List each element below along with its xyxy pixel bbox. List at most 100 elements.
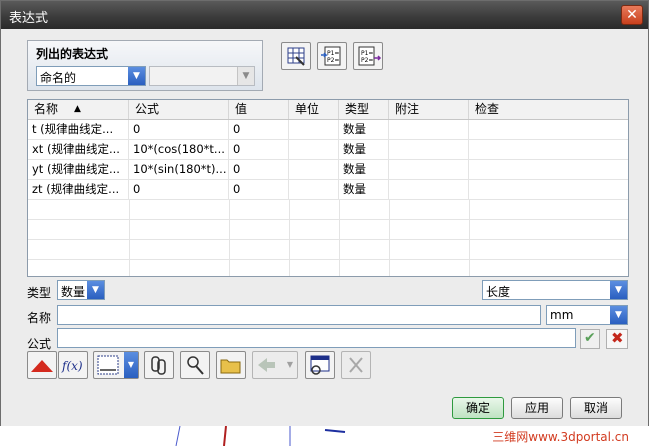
cell-value: 0 <box>229 160 289 179</box>
listed-expressions-title: 列出的表达式 <box>36 47 109 61</box>
cell-note <box>389 160 469 179</box>
triangle-up-icon <box>31 360 53 372</box>
cell-type: 数量 <box>339 160 389 179</box>
column-header-type[interactable]: 类型 <box>339 100 389 119</box>
unit-select[interactable]: mm ▼ <box>546 305 628 325</box>
chevron-down-icon: ▼ <box>124 352 138 378</box>
close-button[interactable]: ✕ <box>621 5 643 25</box>
measure-icon <box>97 355 119 375</box>
graphics-area: 三维网www.3dportal.cn <box>0 426 649 446</box>
watermark: 三维网www.3dportal.cn <box>492 430 629 444</box>
export-icon: P1= P2= <box>358 46 382 66</box>
table-row[interactable]: yt (规律曲线定... 10*(sin(180*t)... 0 数量 <box>28 160 628 180</box>
empty-row <box>28 260 628 276</box>
accept-edit-button[interactable]: ✔ <box>580 329 600 349</box>
move-up-button[interactable] <box>27 351 57 379</box>
cell-type: 数量 <box>339 140 389 159</box>
chevron-down-icon: ▼ <box>128 67 145 85</box>
empty-row <box>28 220 628 240</box>
cell-unit <box>289 160 339 179</box>
name-input[interactable] <box>57 305 541 325</box>
measure-distance-button[interactable]: ▼ <box>93 351 139 379</box>
column-header-name[interactable]: 名称 ▲ <box>28 100 129 119</box>
delete-icon <box>349 357 363 373</box>
column-header-unit[interactable]: 单位 <box>289 100 339 119</box>
chevron-down-icon: ▼ <box>237 67 254 85</box>
import-expressions-button[interactable]: P1= P2= <box>317 42 347 70</box>
spreadsheet-icon <box>287 47 305 66</box>
cell-unit <box>289 120 339 139</box>
svg-text:P2=: P2= <box>361 57 373 64</box>
type-value: 数量 <box>61 285 86 299</box>
cell-formula: 10*(sin(180*t)... <box>129 160 229 179</box>
name-label: 名称 <box>27 311 52 325</box>
cell-name: t (规律曲线定... <box>28 120 129 139</box>
function-button[interactable]: f(x) <box>58 351 88 379</box>
title-bar[interactable]: 表达式 ✕ <box>1 1 648 29</box>
link-icon <box>151 356 166 375</box>
function-icon: f(x) <box>61 359 83 373</box>
listed-expressions-group: 列出的表达式 命名的 ▼ ▼ <box>27 40 263 91</box>
cell-check <box>469 160 628 179</box>
column-divider <box>339 200 340 276</box>
column-divider <box>389 200 390 276</box>
cell-value: 0 <box>229 140 289 159</box>
cell-name: zt (规律曲线定... <box>28 180 129 199</box>
spreadsheet-edit-button[interactable] <box>281 42 311 70</box>
cell-type: 数量 <box>339 120 389 139</box>
checkmark-icon: ✔ <box>584 330 596 346</box>
dialog-body: 列出的表达式 命名的 ▼ ▼ P1= P2= P1= P2= 名称 ▲ 公式 值… <box>1 29 648 427</box>
window-title: 表达式 <box>9 11 49 26</box>
cell-unit <box>289 180 339 199</box>
empty-row <box>28 240 628 260</box>
close-icon: ✕ <box>626 7 638 23</box>
refresh-button: ▼ <box>252 351 298 379</box>
interpart-reference-button[interactable] <box>180 351 210 379</box>
list-filter-value: 命名的 <box>40 71 77 85</box>
formula-input[interactable] <box>57 328 576 348</box>
cell-check <box>469 180 628 199</box>
ok-button[interactable]: 确定 <box>452 397 504 419</box>
reject-edit-button[interactable]: ✖ <box>606 329 628 349</box>
chevron-down-icon: ▼ <box>286 360 294 369</box>
formula-label: 公式 <box>27 337 52 351</box>
type-select[interactable]: 数量 ▼ <box>57 280 105 300</box>
apply-button[interactable]: 应用 <box>511 397 563 419</box>
window-link-icon <box>310 355 330 375</box>
link-expression-button[interactable] <box>144 351 174 379</box>
svg-text:P1=: P1= <box>327 50 339 57</box>
chevron-down-icon: ▼ <box>87 281 104 299</box>
dimension-value: 长度 <box>486 285 511 299</box>
svg-text:P2=: P2= <box>327 57 339 64</box>
column-header-label: 名称 <box>34 102 59 116</box>
list-filter-select[interactable]: 命名的 ▼ <box>36 66 146 86</box>
table-header: 名称 ▲ 公式 值 单位 类型 附注 检查 <box>28 100 628 120</box>
table-row[interactable]: t (规律曲线定... 0 0 数量 <box>28 120 628 140</box>
column-header-note[interactable]: 附注 <box>389 100 469 119</box>
unit-value: mm <box>550 308 574 322</box>
expressions-table: 名称 ▲ 公式 值 单位 类型 附注 检查 t (规律曲线定... 0 0 数量 <box>27 99 629 277</box>
column-divider <box>289 200 290 276</box>
cell-note <box>389 140 469 159</box>
chevron-down-icon: ▼ <box>610 281 627 299</box>
table-row[interactable]: zt (规律曲线定... 0 0 数量 <box>28 180 628 200</box>
dimension-select[interactable]: 长度 ▼ <box>482 280 628 300</box>
table-row[interactable]: xt (规律曲线定... 10*(cos(180*t... 0 数量 <box>28 140 628 160</box>
column-header-formula[interactable]: 公式 <box>129 100 229 119</box>
open-file-button[interactable] <box>216 351 246 379</box>
cell-value: 0 <box>229 120 289 139</box>
export-expressions-button[interactable]: P1= P2= <box>353 42 383 70</box>
expressions-dialog: 表达式 ✕ 列出的表达式 命名的 ▼ ▼ P1= P2= P1= P2= 名称 … <box>0 0 649 427</box>
cell-note <box>389 180 469 199</box>
cell-formula: 0 <box>129 120 229 139</box>
column-header-check[interactable]: 检查 <box>469 100 628 119</box>
empty-row <box>28 200 628 220</box>
type-label: 类型 <box>27 286 52 300</box>
create-expression-button[interactable] <box>305 351 335 379</box>
column-divider <box>229 200 230 276</box>
svg-text:f(x): f(x) <box>61 359 83 373</box>
column-header-value[interactable]: 值 <box>229 100 289 119</box>
cancel-button[interactable]: 取消 <box>570 397 622 419</box>
cell-check <box>469 140 628 159</box>
cell-check <box>469 120 628 139</box>
